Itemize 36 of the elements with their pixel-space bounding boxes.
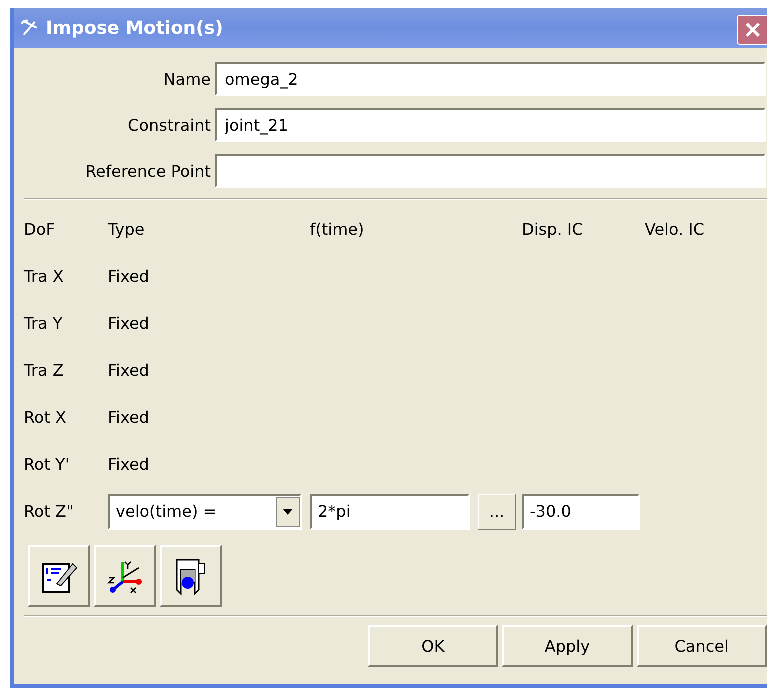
dof-label: Tra Z bbox=[24, 361, 65, 380]
caliper-button[interactable] bbox=[160, 545, 222, 607]
dof-label: Tra Y bbox=[24, 314, 64, 333]
function-field[interactable]: 2*pi bbox=[310, 494, 470, 530]
type-label: Fixed bbox=[108, 408, 150, 427]
dialog-button[interactable]: OK bbox=[368, 625, 498, 667]
dof-label: Tra X bbox=[24, 267, 65, 286]
field-label: Constraint bbox=[127, 116, 211, 134]
type-label: Fixed bbox=[108, 455, 150, 474]
edit-notes-button[interactable] bbox=[28, 545, 90, 607]
type-dropdown[interactable]: velo(time) = bbox=[108, 494, 302, 530]
column-header: Velo. IC bbox=[645, 220, 706, 239]
column-header: Disp. IC bbox=[522, 220, 584, 239]
app-icon bbox=[20, 18, 40, 38]
close-button[interactable] bbox=[737, 15, 767, 45]
type-label: Fixed bbox=[108, 267, 150, 286]
window-title: Impose Motion(s) bbox=[46, 18, 224, 38]
close-icon bbox=[743, 20, 763, 40]
type-label: Fixed bbox=[108, 361, 150, 380]
field-label: Reference Point bbox=[84, 162, 211, 180]
displacement-field[interactable]: -30.0 bbox=[522, 494, 640, 530]
column-header: Type bbox=[108, 220, 146, 239]
dof-label: Rot Y' bbox=[24, 455, 71, 474]
column-header: f(time) bbox=[310, 220, 366, 239]
text-field[interactable]: omega_2 bbox=[215, 62, 766, 96]
dof-label: Rot X bbox=[24, 408, 68, 427]
dialog-button[interactable]: Apply bbox=[502, 625, 633, 667]
type-label: Fixed bbox=[108, 314, 150, 333]
dof-label: Rot Z" bbox=[24, 502, 75, 521]
text-field[interactable]: joint_21 bbox=[215, 108, 766, 142]
browse-button[interactable]: ... bbox=[478, 494, 516, 530]
column-header: DoF bbox=[24, 220, 56, 239]
dialog-button[interactable]: Cancel bbox=[636, 625, 767, 667]
field-label: Name bbox=[162, 70, 211, 88]
axes-button[interactable] bbox=[94, 545, 156, 607]
text-field[interactable] bbox=[215, 154, 766, 188]
